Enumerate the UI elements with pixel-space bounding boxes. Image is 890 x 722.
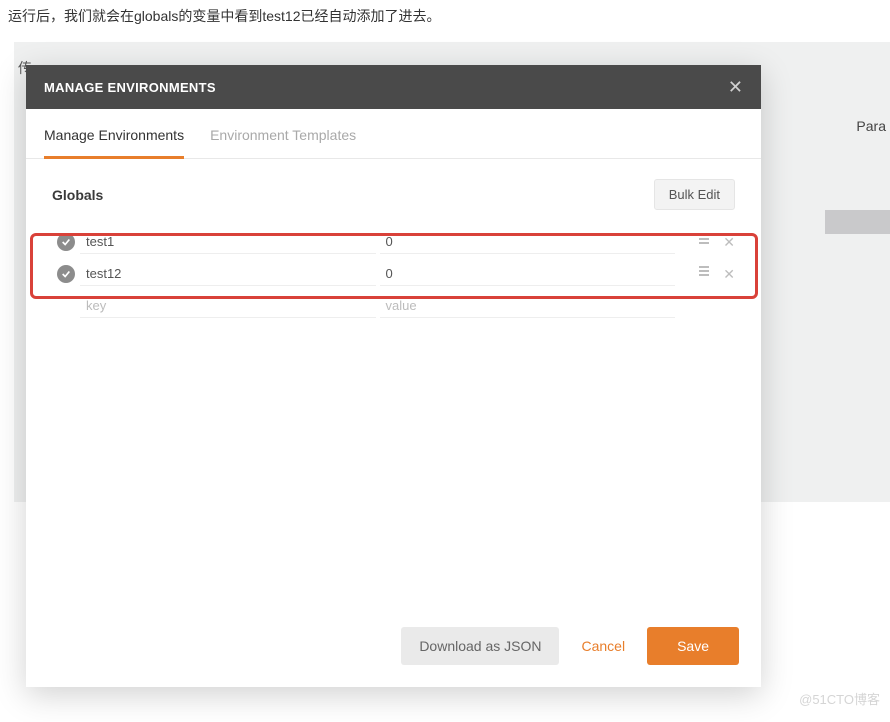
delete-row-icon[interactable]: ✕ bbox=[723, 266, 735, 283]
drag-handle-icon[interactable] bbox=[699, 266, 709, 283]
save-button[interactable]: Save bbox=[647, 627, 739, 665]
download-json-button[interactable]: Download as JSON bbox=[401, 627, 559, 665]
key-input[interactable]: key bbox=[80, 294, 376, 318]
value-input[interactable]: 0 bbox=[380, 262, 676, 286]
page-description: 运行后，我们就会在globals的变量中看到test12已经自动添加了进去。 bbox=[0, 0, 890, 44]
modal-tabs: Manage Environments Environment Template… bbox=[26, 109, 761, 159]
manage-environments-modal: MANAGE ENVIRONMENTS ✕ Manage Environment… bbox=[26, 65, 761, 687]
globals-title: Globals bbox=[52, 187, 103, 203]
delete-row-icon[interactable]: ✕ bbox=[723, 234, 735, 251]
watermark-text: @51CTO博客 bbox=[799, 689, 880, 708]
row-enabled-toggle[interactable] bbox=[52, 265, 80, 283]
row-actions: ✕ bbox=[675, 234, 735, 251]
tab-manage-environments[interactable]: Manage Environments bbox=[44, 109, 184, 159]
table-row: test1 0 ✕ bbox=[52, 226, 735, 258]
bg-highlight-strip bbox=[825, 210, 890, 234]
modal-footer: Download as JSON Cancel Save bbox=[26, 609, 761, 687]
row-actions: ✕ bbox=[675, 266, 735, 283]
globals-header: Globals Bulk Edit bbox=[52, 179, 735, 210]
row-enabled-toggle[interactable] bbox=[52, 233, 80, 251]
value-input[interactable]: value bbox=[380, 294, 676, 318]
modal-content: Globals Bulk Edit test1 0 ✕ bbox=[26, 159, 761, 609]
check-icon bbox=[57, 233, 75, 251]
bg-tab-params[interactable]: Para bbox=[856, 118, 886, 134]
cancel-button[interactable]: Cancel bbox=[575, 627, 631, 665]
tab-environment-templates[interactable]: Environment Templates bbox=[210, 109, 356, 159]
table-row: test12 0 ✕ bbox=[52, 258, 735, 290]
key-input[interactable]: test12 bbox=[80, 262, 376, 286]
drag-handle-icon[interactable] bbox=[699, 234, 709, 251]
modal-title: MANAGE ENVIRONMENTS bbox=[44, 80, 216, 95]
bulk-edit-button[interactable]: Bulk Edit bbox=[654, 179, 735, 210]
globals-table: test1 0 ✕ test12 0 ✕ bbox=[52, 226, 735, 322]
modal-header: MANAGE ENVIRONMENTS ✕ bbox=[26, 65, 761, 109]
close-icon[interactable]: ✕ bbox=[728, 78, 743, 96]
value-input[interactable]: 0 bbox=[380, 230, 676, 254]
check-icon bbox=[57, 265, 75, 283]
key-input[interactable]: test1 bbox=[80, 230, 376, 254]
table-row-placeholder: key value bbox=[52, 290, 735, 322]
